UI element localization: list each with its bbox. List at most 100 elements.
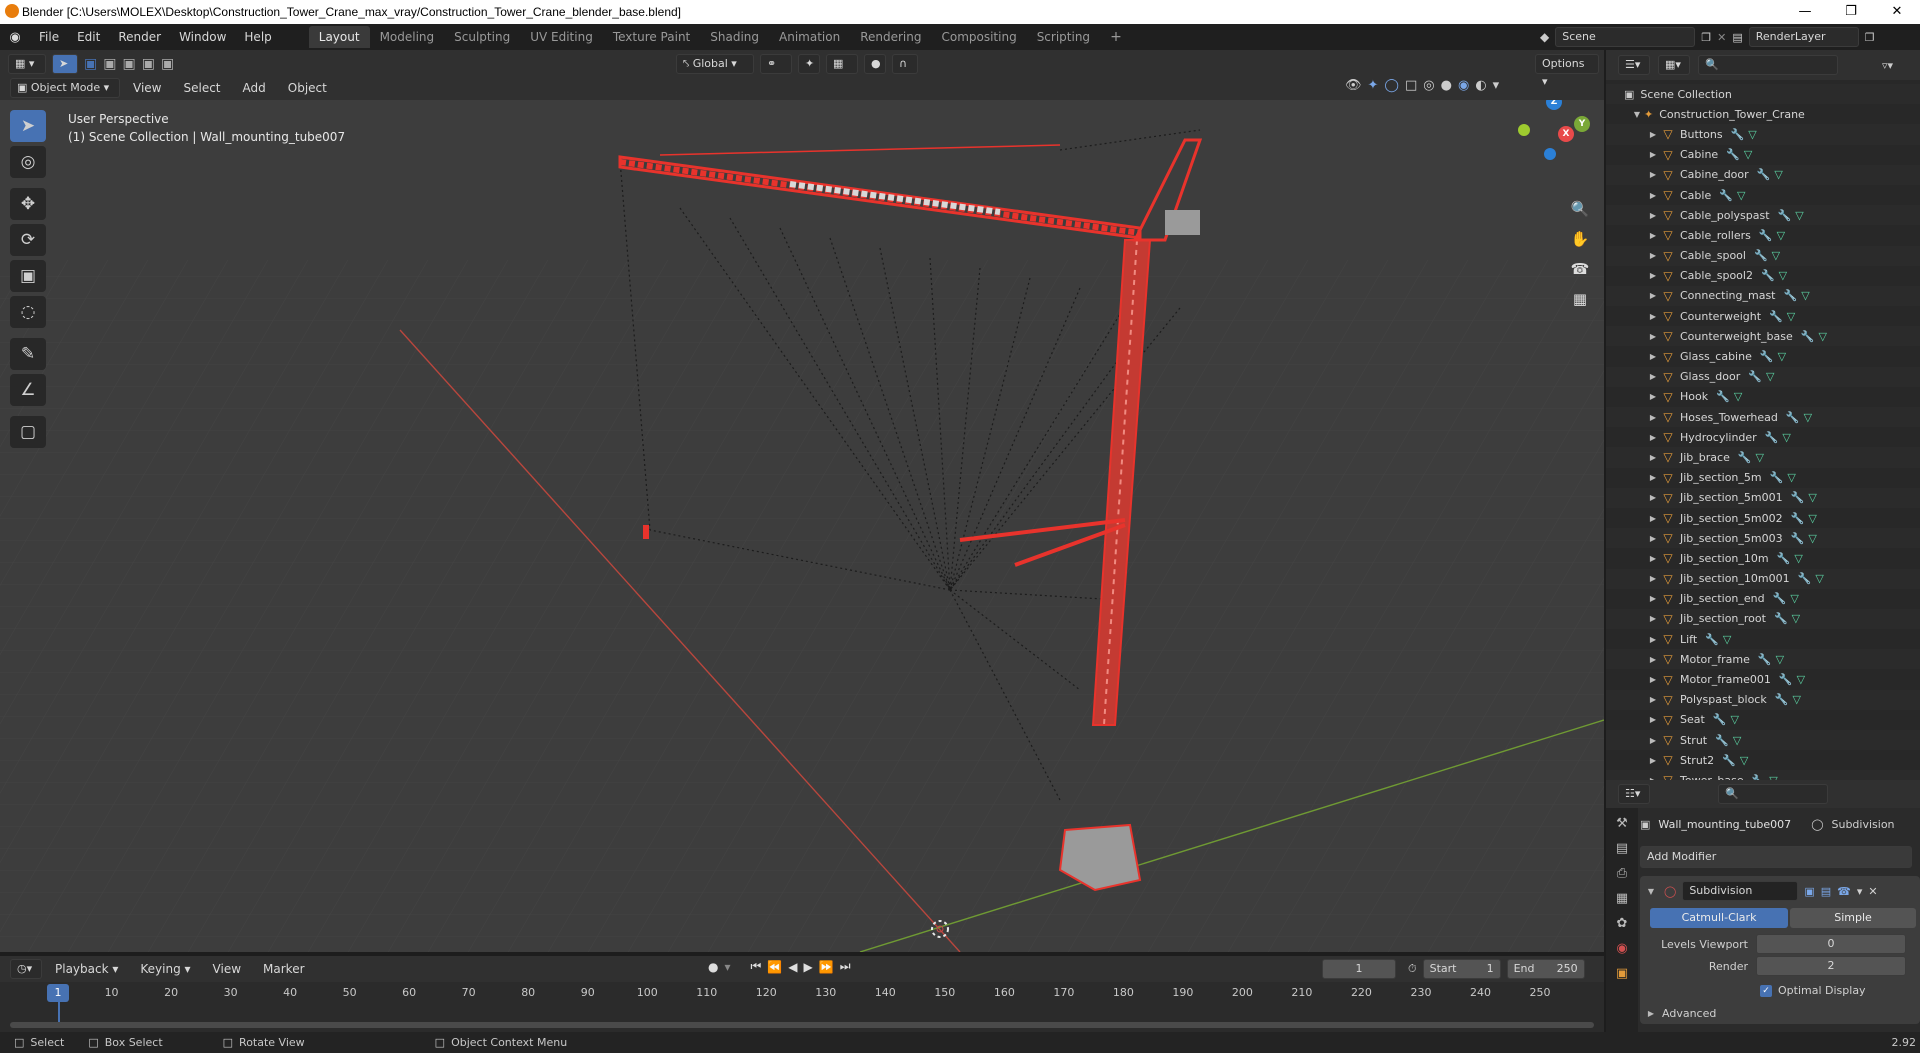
mesh-data-icon[interactable]: ▽: [1737, 189, 1745, 202]
timeline-menu-marker[interactable]: Marker: [254, 959, 313, 979]
timeline-editor-type[interactable]: ◷▾: [10, 959, 42, 979]
mesh-data-icon[interactable]: ▽: [1792, 612, 1800, 625]
current-frame-input[interactable]: 1: [1322, 959, 1396, 979]
object-props-icon[interactable]: ▣: [1616, 966, 1628, 981]
output-props-icon[interactable]: ⎙: [1617, 866, 1627, 881]
mesh-data-icon[interactable]: ▽: [1815, 572, 1823, 585]
modifier-wrench-icon[interactable]: 🔧: [1774, 612, 1788, 625]
viewport-menu-object[interactable]: Object: [279, 78, 336, 98]
cursor-icon[interactable]: ◎: [10, 146, 46, 178]
gizmo-neg-z-axis[interactable]: [1544, 148, 1556, 160]
modifier-wrench-icon[interactable]: 🔧: [1791, 532, 1805, 545]
render-props-icon[interactable]: ▤: [1616, 841, 1628, 856]
mesh-data-icon[interactable]: ▽: [1777, 229, 1785, 242]
menu-edit[interactable]: Edit: [68, 24, 109, 50]
expand-arrow-icon[interactable]: ▶: [1646, 675, 1660, 684]
mesh-data-icon[interactable]: ▽: [1794, 552, 1802, 565]
viewport-toggle-icon[interactable]: ▤: [1821, 885, 1831, 898]
outliner-display-mode[interactable]: ▦▾: [1658, 55, 1690, 75]
outliner-object-row[interactable]: ▶ ▽ Buttons 🔧 ▽: [1606, 124, 1920, 145]
ortho-grid-icon[interactable]: ▦: [1567, 286, 1593, 312]
expand-arrow-icon[interactable]: ▶: [1646, 736, 1660, 745]
expand-arrow-icon[interactable]: ▶: [1646, 150, 1660, 159]
expand-arrow-icon[interactable]: ▶: [1646, 473, 1660, 482]
modifier-wrench-icon[interactable]: 🔧: [1758, 653, 1772, 666]
tab-animation[interactable]: Animation: [769, 26, 850, 48]
properties-editor-type[interactable]: ☷▾: [1618, 784, 1650, 804]
expand-arrow-icon[interactable]: ▶: [1646, 453, 1660, 462]
camera-view-icon[interactable]: ☎: [1567, 256, 1593, 282]
modifier-collapse-icon[interactable]: ▼: [1644, 887, 1658, 896]
transform-icon[interactable]: ◌: [10, 296, 46, 328]
outliner-object-row[interactable]: ▶ ▽ Glass_door 🔧 ▽: [1606, 366, 1920, 387]
viewport-menu-view[interactable]: View: [124, 78, 170, 98]
mesh-data-icon[interactable]: ▽: [1778, 350, 1786, 363]
mesh-data-icon[interactable]: ▽: [1744, 148, 1752, 161]
delete-scene-icon[interactable]: ✕: [1717, 31, 1726, 44]
mesh-data-icon[interactable]: ▽: [1776, 653, 1784, 666]
measure-icon[interactable]: ∠: [10, 374, 46, 406]
mesh-data-icon[interactable]: ▽: [1782, 431, 1790, 444]
expand-arrow-icon[interactable]: ▶: [1646, 392, 1660, 401]
add-modifier-button[interactable]: Add Modifier: [1640, 846, 1912, 868]
expand-arrow-icon[interactable]: ▶: [1646, 614, 1660, 623]
outliner-object-row[interactable]: ▶ ▽ Jib_section_5m003 🔧 ▽: [1606, 528, 1920, 549]
modifier-wrench-icon[interactable]: 🔧: [1759, 229, 1773, 242]
mesh-data-icon[interactable]: ▽: [1748, 128, 1756, 141]
expand-arrow-icon[interactable]: ▶: [1646, 655, 1660, 664]
modifier-wrench-icon[interactable]: 🔧: [1722, 754, 1736, 767]
select-tool-icon[interactable]: ➤: [52, 54, 78, 74]
scene-field[interactable]: Scene: [1555, 27, 1696, 47]
play-reverse-icon[interactable]: ◀: [788, 960, 797, 974]
render-layer-field[interactable]: RenderLayer: [1748, 27, 1859, 47]
viewport-menu-add[interactable]: Add: [234, 78, 275, 98]
expand-arrow-icon[interactable]: ▶: [1646, 170, 1660, 179]
modifier-wrench-icon[interactable]: 🔧: [1779, 673, 1793, 686]
render-levels-input[interactable]: 2: [1756, 956, 1906, 976]
modifier-wrench-icon[interactable]: 🔧: [1715, 734, 1729, 747]
wireframe-shading-icon[interactable]: ◎: [1423, 78, 1434, 93]
expand-arrow-icon[interactable]: ▶: [1646, 211, 1660, 220]
add-cube-icon[interactable]: ▢: [10, 416, 46, 448]
select-mode-invert-icon[interactable]: ▣: [142, 56, 155, 72]
overlay-toggle-icon[interactable]: ◯: [1384, 78, 1399, 93]
mesh-data-icon[interactable]: ▽: [1779, 269, 1787, 282]
modifier-wrench-icon[interactable]: 🔧: [1801, 330, 1815, 343]
outliner-editor-type[interactable]: ☰▾: [1618, 55, 1650, 75]
mesh-data-icon[interactable]: ▽: [1790, 592, 1798, 605]
tab-texture-paint[interactable]: Texture Paint: [603, 26, 700, 48]
outliner-object-row[interactable]: ▶ ▽ Connecting_mast 🔧 ▽: [1606, 285, 1920, 307]
scale-icon[interactable]: ▣: [10, 260, 46, 292]
next-keyframe-icon[interactable]: ⏩: [819, 960, 834, 974]
navigation-gizmo[interactable]: Z Y X: [1510, 100, 1590, 174]
mesh-data-icon[interactable]: ▽: [1795, 209, 1803, 222]
jump-end-icon[interactable]: ⏭: [840, 959, 851, 974]
mesh-data-icon[interactable]: ▽: [1733, 734, 1741, 747]
modifier-wrench-icon[interactable]: 🔧: [1731, 128, 1745, 141]
modifier-wrench-icon[interactable]: 🔧: [1713, 713, 1727, 726]
modifier-wrench-icon[interactable]: 🔧: [1748, 370, 1762, 383]
gizmo-z-axis[interactable]: Z: [1546, 100, 1562, 110]
levels-viewport-input[interactable]: 0: [1756, 934, 1906, 954]
new-layer-icon[interactable]: ❐: [1865, 31, 1875, 44]
mesh-data-icon[interactable]: ▽: [1723, 633, 1731, 646]
expand-arrow-icon[interactable]: ▶: [1646, 594, 1660, 603]
mesh-data-icon[interactable]: ▽: [1808, 532, 1816, 545]
end-frame-field[interactable]: End 250: [1506, 959, 1585, 979]
outliner-object-row[interactable]: ▶ ▽ Strut 🔧 ▽: [1606, 730, 1920, 751]
mesh-data-icon[interactable]: ▽: [1801, 289, 1809, 302]
expand-arrow-icon[interactable]: ▶: [1646, 352, 1660, 361]
optimal-display-checkbox[interactable]: ✓: [1760, 984, 1772, 997]
simple-button[interactable]: Simple: [1790, 908, 1916, 928]
viewport-menu-select[interactable]: Select: [174, 78, 229, 98]
expand-arrow-icon[interactable]: ▶: [1646, 271, 1660, 280]
outliner-object-row[interactable]: ▶ ▽ Cable_rollers 🔧 ▽: [1606, 225, 1920, 245]
outliner-object-row[interactable]: ▶ ▽ Hoses_Towerhead 🔧 ▽: [1606, 407, 1920, 428]
editor-type-button[interactable]: ▦ ▾: [8, 54, 46, 74]
modifier-wrench-icon[interactable]: 🔧: [1705, 633, 1719, 646]
prev-keyframe-icon[interactable]: ⏪: [767, 960, 782, 974]
collection-expand-icon[interactable]: ▼: [1630, 110, 1644, 119]
expand-arrow-icon[interactable]: ▶: [1646, 514, 1660, 523]
modifier-wrench-icon[interactable]: 🔧: [1760, 350, 1774, 363]
outliner-object-row[interactable]: ▶ ▽ Glass_cabine 🔧 ▽: [1606, 346, 1920, 366]
